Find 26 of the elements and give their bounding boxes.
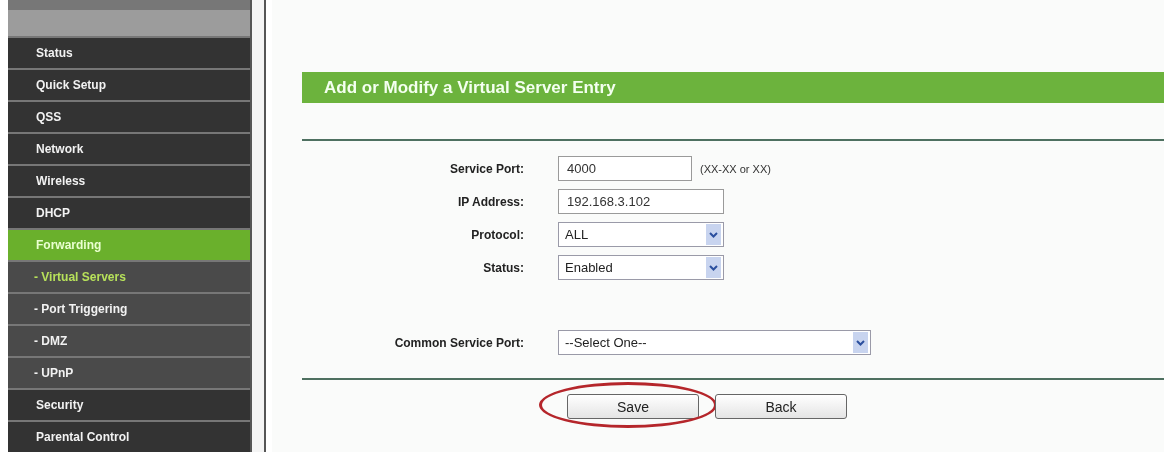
- button[interactable]: Back: [715, 394, 847, 419]
- sidebar-item[interactable]: Wireless: [8, 166, 250, 196]
- sidebar-item[interactable]: - UPnP: [8, 358, 250, 388]
- panel-title: Add or Modify a Virtual Server Entry: [302, 72, 1164, 103]
- sidebar-item[interactable]: Status: [8, 38, 250, 68]
- sidebar-item[interactable]: - DMZ: [8, 326, 250, 356]
- dropdown[interactable]: --Select One--: [558, 330, 871, 355]
- dropdown[interactable]: Enabled: [558, 255, 724, 280]
- dropdown[interactable]: ALL: [558, 222, 724, 247]
- sidebar-item[interactable]: Parental Control: [8, 422, 250, 452]
- input-field[interactable]: 4000: [558, 156, 692, 181]
- field-label: Common Service Port:: [393, 335, 524, 350]
- input-field[interactable]: 192.168.3.102: [558, 189, 724, 214]
- sidebar-item[interactable]: Quick Setup: [8, 70, 250, 100]
- format-hint: (XX-XX or XX): [700, 162, 771, 175]
- sidebar-item[interactable]: Security: [8, 390, 250, 420]
- field-label: Status:: [482, 260, 524, 275]
- sidebar-item[interactable]: QSS: [8, 102, 250, 132]
- sidebar-item[interactable]: - Port Triggering: [8, 294, 250, 324]
- field-label: Service Port:: [448, 161, 524, 176]
- sidebar-item[interactable]: Network: [8, 134, 250, 164]
- field-label: Protocol:: [470, 227, 524, 242]
- sidebar-item[interactable]: DHCP: [8, 198, 250, 228]
- sidebar-item[interactable]: - Virtual Servers: [8, 262, 250, 292]
- field-label: IP Address:: [456, 194, 524, 209]
- button[interactable]: Save: [567, 394, 699, 419]
